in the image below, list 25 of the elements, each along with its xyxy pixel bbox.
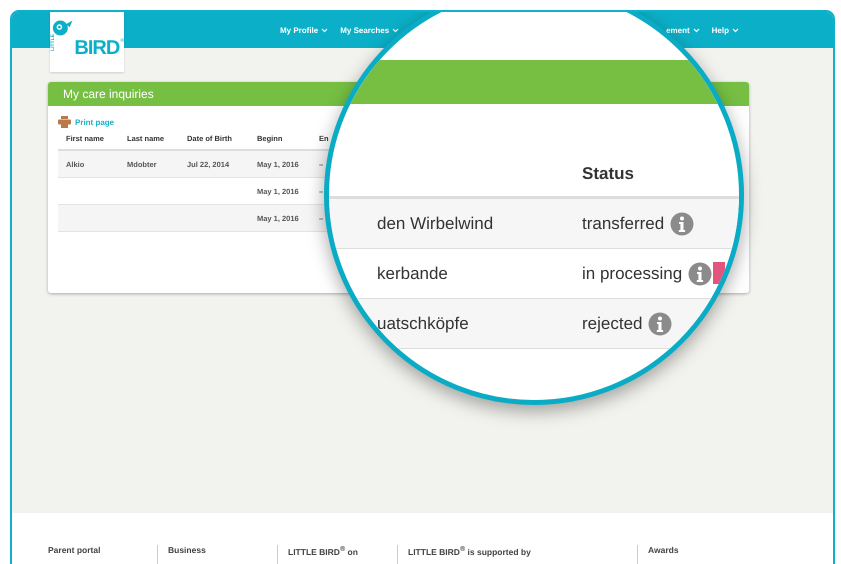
info-icon[interactable] — [688, 262, 712, 286]
caret-icon — [321, 28, 328, 32]
status-text: in processing — [582, 264, 682, 284]
nav-menu-item[interactable]: My Profile — [280, 26, 328, 34]
footer-heading: Awards — [648, 545, 679, 555]
footer-heading: Parent portal — [48, 545, 100, 555]
caret-icon — [692, 28, 700, 32]
facility-name: den Wirbelwind — [376, 214, 494, 234]
status-text: rejected — [582, 314, 642, 334]
footer-heading: LITTLE BIRD$^{®}$ is supported by — [408, 546, 531, 557]
nav-menu-item[interactable]: Help — [712, 26, 739, 34]
nav-menu-item[interactable]: ement — [666, 26, 700, 34]
print-link[interactable]: Print page — [75, 118, 114, 126]
facility-name: kerbande — [376, 264, 449, 284]
printer-icon — [58, 116, 71, 128]
footer-heading: LITTLE BIRD$^{®}$ on — [288, 546, 358, 557]
info-icon[interactable] — [670, 212, 694, 236]
facility-name: uatschköpfe — [376, 314, 470, 334]
info-icon[interactable] — [648, 312, 672, 336]
caret-icon — [392, 28, 400, 32]
column-header: Status — [582, 164, 634, 184]
status-text: transferred — [582, 214, 664, 234]
footer-heading: Business — [168, 545, 206, 555]
caret-icon — [732, 28, 739, 32]
nav-menu-item[interactable]: My Searches — [340, 26, 400, 34]
